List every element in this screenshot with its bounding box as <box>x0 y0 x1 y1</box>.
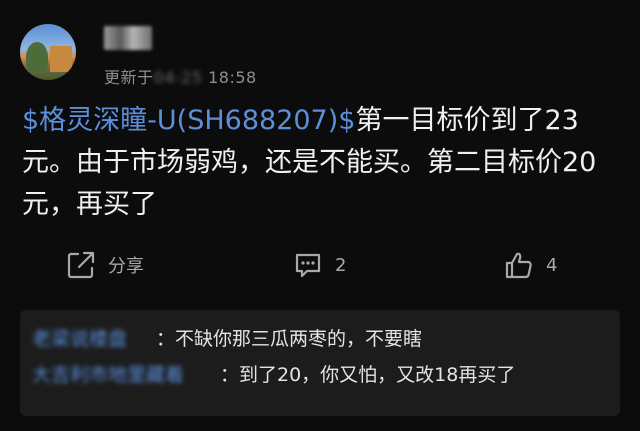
stock-tag-link[interactable]: $格灵深瞳-U(SH688207)$ <box>22 105 355 136</box>
share-button[interactable]: 分享 <box>66 250 144 280</box>
post-card: 更新于04-25 18:58 $格灵深瞳-U(SH688207)$第一目标价到了… <box>0 0 640 431</box>
like-button[interactable]: 4 <box>504 250 557 280</box>
post-actions-bar: 分享 2 4 <box>0 246 640 286</box>
comment-icon <box>293 250 323 280</box>
updated-prefix: 更新于 <box>104 68 154 87</box>
avatar-tree-shape <box>26 42 48 72</box>
avatar-building-shape <box>50 46 72 72</box>
thumbs-up-icon <box>504 250 534 280</box>
reply-text: ：不缺你那三瓜两枣的，不要瞎 <box>156 328 423 350</box>
replies-panel: 老梁说楼盘 ：不缺你那三瓜两枣的，不要瞎 大吉利市地里藏着 ：到了20，你又怕，又改… <box>20 310 620 416</box>
post-content: $格灵深瞳-U(SH688207)$第一目标价到了23元。由于市场弱鸡，还是不能… <box>22 100 622 226</box>
reply-author-blurred[interactable]: 老梁说楼盘 <box>32 324 156 351</box>
updated-time: 18:58 <box>208 68 257 87</box>
share-label: 分享 <box>108 256 144 277</box>
author-name-blurred[interactable] <box>104 26 152 50</box>
like-count: 4 <box>546 254 558 276</box>
reply-item[interactable]: 老梁说楼盘 ：不缺你那三瓜两枣的，不要瞎 <box>32 324 422 351</box>
comment-count: 2 <box>335 254 347 276</box>
updated-date-blurred: 04-25 <box>153 68 203 87</box>
reply-author-blurred[interactable]: 大吉利市地里藏着 <box>32 360 220 387</box>
author-avatar[interactable] <box>20 24 76 80</box>
share-icon <box>66 250 96 280</box>
reply-text: ：到了20，你又怕，又改18再买了 <box>220 364 516 386</box>
comment-button[interactable]: 2 <box>293 250 346 280</box>
updated-timestamp: 更新于04-25 18:58 <box>104 64 257 88</box>
reply-item[interactable]: 大吉利市地里藏着 ：到了20，你又怕，又改18再买了 <box>32 360 515 387</box>
